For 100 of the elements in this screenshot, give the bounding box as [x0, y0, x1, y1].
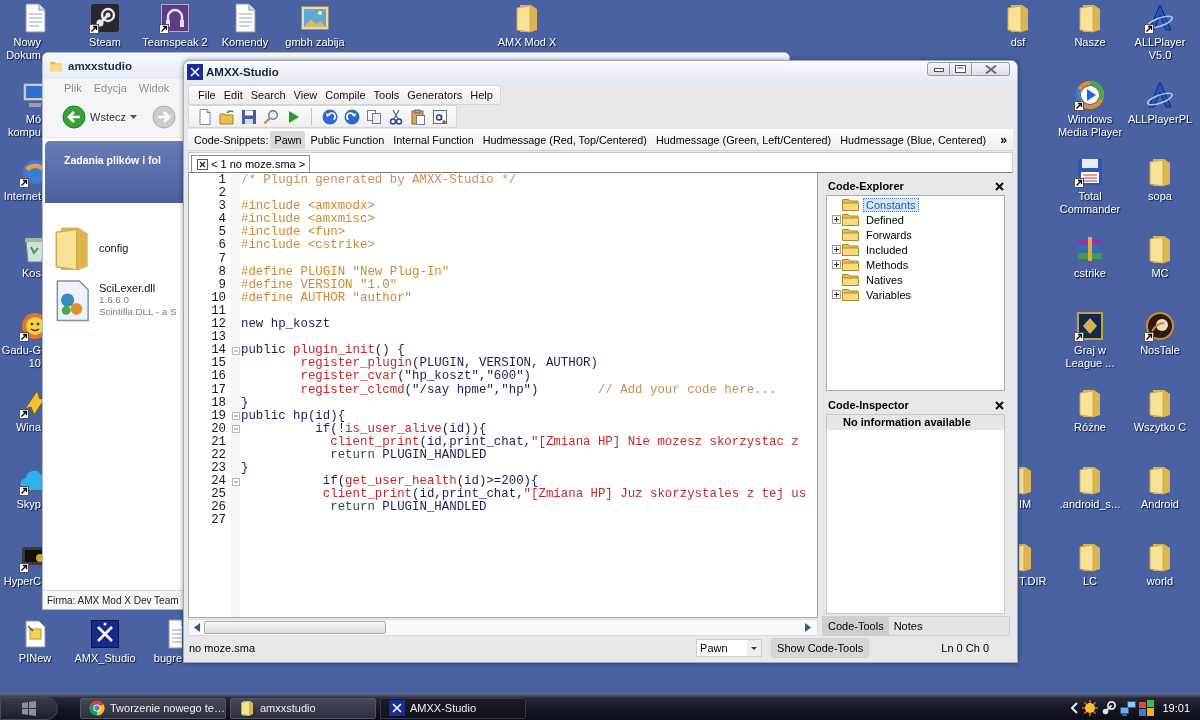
- icon-label[interactable]: ALLPlayer V5.0: [1126, 36, 1194, 62]
- expand-icon[interactable]: [832, 215, 841, 224]
- tree-item[interactable]: Included: [863, 242, 911, 257]
- snippet-button[interactable]: Hudmessage (Blue, Centered): [836, 130, 991, 149]
- expand-icon[interactable]: [832, 245, 841, 254]
- snippet-button[interactable]: Hudmessage (Red, Top/Centered): [478, 130, 651, 149]
- taskbar-button[interactable]: amxxstudio: [230, 697, 376, 719]
- icon-label[interactable]: Komendy: [221, 36, 269, 49]
- triangle-swoosh-icon[interactable]: [1144, 2, 1176, 34]
- snippet-button[interactable]: Public Function: [306, 130, 389, 149]
- icon-label[interactable]: Wszytko C: [1133, 421, 1187, 434]
- menu-item[interactable]: Search: [246, 87, 290, 103]
- linked-circles-icon[interactable]: [1101, 700, 1118, 716]
- icon-label[interactable]: sopa: [1148, 190, 1172, 203]
- tree-item[interactable]: Variables: [863, 287, 915, 302]
- headset-icon[interactable]: [159, 2, 191, 34]
- colored-squares-icon[interactable]: [1139, 700, 1156, 716]
- file-name[interactable]: config: [99, 242, 129, 254]
- document-icon[interactable]: [166, 618, 182, 650]
- menu-item[interactable]: Generators: [403, 87, 467, 103]
- tree-item[interactable]: Forwards: [863, 227, 915, 242]
- scroll-right-icon[interactable]: [805, 623, 811, 632]
- icon-label[interactable]: ALLPlayerPL: [1127, 113, 1193, 126]
- undo-icon[interactable]: [322, 108, 338, 125]
- document-icon[interactable]: [197, 108, 213, 125]
- diamond-tile-icon[interactable]: [1074, 310, 1106, 342]
- fold-marker-icon[interactable]: [231, 477, 240, 486]
- redo-icon[interactable]: [344, 108, 360, 125]
- menu-item[interactable]: File: [194, 87, 220, 103]
- taskbar-button[interactable]: Tworzenie nowego te…: [80, 697, 226, 719]
- round-emblem-icon[interactable]: [1144, 310, 1176, 342]
- language-dropdown[interactable]: Pawn: [696, 639, 763, 657]
- snippet-button[interactable]: Pawn: [270, 130, 306, 149]
- sun-icon[interactable]: [1082, 700, 1099, 716]
- x-tile-icon[interactable]: [89, 618, 121, 650]
- icon-label[interactable]: Android: [1141, 498, 1179, 511]
- panel-tab[interactable]: Notes: [888, 617, 928, 635]
- dark-tile-icon[interactable]: [89, 2, 121, 34]
- icon-label[interactable]: Total Commander: [1056, 190, 1124, 216]
- close-icon[interactable]: [995, 181, 1004, 191]
- close-button[interactable]: [972, 62, 1010, 76]
- menu-item[interactable]: Help: [466, 87, 497, 103]
- icon-label[interactable]: Graj w League ...: [1056, 344, 1124, 370]
- icon-label[interactable]: Steam: [89, 36, 121, 49]
- icon-label[interactable]: IM: [1019, 498, 1032, 511]
- icon-label[interactable]: Teamspeak 2: [142, 36, 208, 49]
- folder-icon[interactable]: [1019, 541, 1031, 573]
- minimize-button[interactable]: [927, 62, 950, 76]
- close-icon[interactable]: [995, 400, 1004, 410]
- back-button[interactable]: Wstecz: [62, 105, 138, 129]
- icon-label[interactable]: Kos: [22, 267, 41, 280]
- menu-item[interactable]: Tools: [369, 87, 404, 103]
- icon-label[interactable]: Internet: [3, 190, 41, 203]
- fold-marker-icon[interactable]: [231, 425, 240, 434]
- icon-label[interactable]: cstrike: [1074, 267, 1106, 280]
- icon-label[interactable]: Mó kompu: [0, 113, 41, 139]
- icon-label[interactable]: LC: [1082, 575, 1098, 588]
- folder-icon[interactable]: [1019, 464, 1031, 496]
- icon-label[interactable]: Różne: [1074, 421, 1106, 434]
- icon-label[interactable]: .android_s...: [1059, 498, 1121, 511]
- open-folder-icon[interactable]: [219, 108, 235, 125]
- menu-item[interactable]: View: [289, 87, 322, 103]
- icon-label[interactable]: Nowy Dokum: [0, 36, 41, 62]
- code-editor[interactable]: [188, 173, 818, 618]
- icon-label[interactable]: Windows Media Player: [1056, 113, 1124, 139]
- icon-label[interactable]: gmbh zabija: [285, 36, 345, 49]
- horizontal-scrollbar[interactable]: [188, 619, 818, 636]
- tree-item[interactable]: Natives: [863, 272, 906, 287]
- chevron-left-icon[interactable]: [1070, 702, 1080, 714]
- icon-label[interactable]: Gadu-G 10: [0, 344, 41, 370]
- scrollbar-thumb[interactable]: [204, 621, 386, 634]
- icon-label[interactable]: Nasze: [1074, 36, 1106, 49]
- caret-icon[interactable]: [747, 640, 762, 656]
- icon-label[interactable]: world: [1146, 575, 1174, 588]
- taskbar-button[interactable]: AMXX-Studio: [380, 697, 526, 719]
- icon-label[interactable]: HyperC: [3, 575, 41, 588]
- tree-item[interactable]: Methods: [863, 257, 912, 272]
- show-code-tools-button[interactable]: Show Code-Tools: [771, 638, 870, 658]
- expand-icon[interactable]: [832, 290, 841, 299]
- text-box-icon[interactable]: [432, 108, 448, 125]
- snippet-button[interactable]: Internal Function: [389, 130, 478, 149]
- fold-marker-icon[interactable]: [231, 346, 240, 355]
- menu-item[interactable]: Compile: [321, 87, 370, 103]
- more-snippets-button[interactable]: »: [1000, 132, 1007, 147]
- expand-icon[interactable]: [832, 260, 841, 269]
- menu-item[interactable]: Edit: [219, 87, 247, 103]
- icon-label[interactable]: bugre: [153, 652, 182, 665]
- icon-label[interactable]: T.DIR: [1019, 575, 1047, 588]
- start-button[interactable]: [0, 696, 58, 720]
- play-ring-icon[interactable]: [1074, 79, 1106, 111]
- tree-item[interactable]: Defined: [863, 212, 907, 227]
- snippet-button[interactable]: Hudmessage (Green, Left/Centered): [651, 130, 836, 149]
- icon-label[interactable]: NosTale: [1140, 344, 1180, 357]
- tree-item[interactable]: Constants: [863, 197, 919, 212]
- maximize-button[interactable]: [950, 62, 972, 76]
- icon-label[interactable]: PINew: [18, 652, 52, 665]
- icon-label[interactable]: AMX_Studio: [74, 652, 136, 665]
- fold-marker-icon[interactable]: [231, 412, 240, 421]
- panel-tab[interactable]: Code-Tools: [823, 617, 889, 635]
- icon-label[interactable]: Skyp: [16, 498, 41, 511]
